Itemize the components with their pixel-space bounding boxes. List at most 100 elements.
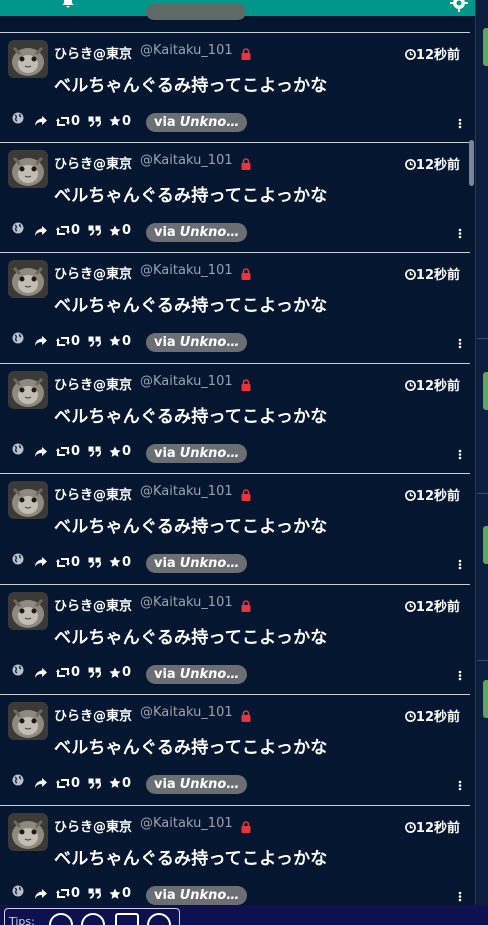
header-pill: [146, 4, 246, 20]
side-accent: [483, 28, 488, 66]
display-name[interactable]: ひらき@東京: [54, 484, 132, 503]
retweet-button[interactable]: 0: [56, 555, 80, 570]
quote-button[interactable]: [88, 667, 102, 678]
more-vertical-icon[interactable]: [458, 225, 462, 239]
timestamp[interactable]: 12秒前: [404, 485, 460, 504]
avatar[interactable]: [8, 481, 48, 519]
timeline-post[interactable]: ひらき@東京 @Kaitaku_101 12秒前 ベルちゃんぐるみ持ってこよっか…: [0, 364, 470, 474]
scrollbar[interactable]: [469, 140, 474, 186]
favorite-button[interactable]: 0: [109, 444, 131, 459]
user-handle[interactable]: @Kaitaku_101: [140, 484, 233, 499]
app: ひらき@東京 @Kaitaku_101 12秒前 ベルちゃんぐるみ持ってこよっか…: [0, 0, 488, 925]
favorite-button[interactable]: 0: [109, 334, 131, 349]
reply-button[interactable]: [34, 777, 48, 789]
client-badge[interactable]: via Unkno…: [146, 222, 248, 242]
favorite-button[interactable]: 0: [109, 665, 131, 680]
timeline-post[interactable]: ひらき@東京 @Kaitaku_101 12秒前 ベルちゃんぐるみ持ってこよっか…: [0, 585, 470, 695]
display-name[interactable]: ひらき@東京: [54, 816, 132, 835]
reply-button[interactable]: [34, 446, 48, 458]
timeline-post[interactable]: ひらき@東京 @Kaitaku_101 12秒前 ベルちゃんぐるみ持ってこよっか…: [0, 32, 470, 143]
retweet-button[interactable]: 0: [56, 886, 80, 901]
timestamp[interactable]: 12秒前: [404, 375, 460, 394]
timeline-post[interactable]: ひらき@東京 @Kaitaku_101 12秒前 ベルちゃんぐるみ持ってこよっか…: [0, 253, 470, 364]
timeline-post[interactable]: ひらき@東京 @Kaitaku_101 12秒前 ベルちゃんぐるみ持ってこよっか…: [0, 806, 470, 906]
reply-button[interactable]: [34, 115, 48, 127]
more-vertical-icon[interactable]: [458, 335, 462, 349]
display-name[interactable]: ひらき@東京: [54, 153, 132, 172]
quote-button[interactable]: [88, 888, 102, 899]
quote-icon: [88, 336, 102, 347]
avatar[interactable]: [8, 40, 48, 78]
favorite-button[interactable]: 0: [109, 886, 131, 901]
retweet-button[interactable]: 0: [56, 776, 80, 791]
avatar[interactable]: [8, 591, 48, 630]
client-badge[interactable]: via Unkno…: [146, 554, 248, 573]
avatar[interactable]: [8, 812, 48, 851]
client-badge[interactable]: via Unkno…: [146, 664, 248, 684]
display-name[interactable]: ひらき@東京: [54, 374, 132, 393]
quote-button[interactable]: [88, 225, 102, 236]
client-badge[interactable]: via Unkno…: [146, 113, 248, 132]
avatar[interactable]: [8, 260, 48, 298]
quote-button[interactable]: [88, 778, 102, 789]
avatar[interactable]: [8, 149, 48, 188]
quote-button[interactable]: [88, 446, 102, 457]
quote-button[interactable]: [88, 336, 102, 347]
timestamp[interactable]: 12秒前: [404, 44, 460, 63]
timeline-post[interactable]: ひらき@東京 @Kaitaku_101 12秒前 ベルちゃんぐるみ持ってこよっか…: [0, 474, 470, 585]
wifi-icon[interactable]: [147, 913, 171, 925]
avatar[interactable]: [8, 702, 48, 740]
more-vertical-icon[interactable]: [458, 888, 462, 902]
reply-button[interactable]: [34, 225, 48, 237]
battery-icon[interactable]: [115, 913, 139, 925]
info-icon[interactable]: [49, 913, 73, 925]
user-handle[interactable]: @Kaitaku_101: [140, 374, 233, 389]
more-vertical-icon[interactable]: [458, 667, 462, 681]
timestamp[interactable]: 12秒前: [404, 264, 460, 283]
favorite-button[interactable]: 0: [109, 776, 131, 791]
retweet-button[interactable]: 0: [56, 665, 80, 680]
favorite-button[interactable]: 0: [109, 223, 131, 238]
more-vertical-icon[interactable]: [458, 777, 462, 791]
timestamp[interactable]: 12秒前: [404, 817, 460, 836]
more-vertical-icon[interactable]: [458, 556, 462, 570]
gear-icon[interactable]: [450, 0, 468, 16]
client-badge[interactable]: via Unkno…: [146, 885, 248, 905]
display-name[interactable]: ひらき@東京: [54, 595, 132, 614]
timestamp[interactable]: 12秒前: [404, 706, 460, 725]
retweet-button[interactable]: 0: [56, 444, 80, 459]
client-badge[interactable]: via Unkno…: [146, 443, 248, 463]
more-vertical-icon[interactable]: [458, 446, 462, 460]
reply-button[interactable]: [34, 888, 48, 900]
reply-button[interactable]: [34, 335, 48, 347]
favorite-button[interactable]: 0: [109, 114, 131, 129]
reply-button[interactable]: [34, 556, 48, 568]
timeline-post[interactable]: ひらき@東京 @Kaitaku_101 12秒前 ベルちゃんぐるみ持ってこよっか…: [0, 143, 470, 253]
user-handle[interactable]: @Kaitaku_101: [140, 153, 233, 168]
more-vertical-icon[interactable]: [458, 115, 462, 129]
client-badge[interactable]: via Unkno…: [146, 775, 248, 794]
display-name[interactable]: ひらき@東京: [54, 705, 132, 724]
retweet-button[interactable]: 0: [56, 223, 80, 238]
quote-button[interactable]: [88, 116, 102, 127]
client-badge[interactable]: via Unkno…: [146, 333, 248, 352]
reply-button[interactable]: [34, 667, 48, 679]
user-handle[interactable]: @Kaitaku_101: [140, 595, 233, 610]
post-actions: 0 0: [34, 552, 131, 572]
favorite-button[interactable]: 0: [109, 555, 131, 570]
display-name[interactable]: ひらき@東京: [54, 263, 132, 282]
timestamp[interactable]: 12秒前: [404, 154, 460, 173]
timeline-post[interactable]: ひらき@東京 @Kaitaku_101 12秒前 ベルちゃんぐるみ持ってこよっか…: [0, 695, 470, 806]
clock-circle-icon[interactable]: [81, 913, 105, 925]
user-handle[interactable]: @Kaitaku_101: [140, 263, 233, 278]
retweet-button[interactable]: 0: [56, 114, 80, 129]
timestamp[interactable]: 12秒前: [404, 596, 460, 615]
avatar[interactable]: [8, 370, 48, 409]
user-handle[interactable]: @Kaitaku_101: [140, 43, 233, 58]
bell-icon[interactable]: [60, 0, 76, 10]
user-handle[interactable]: @Kaitaku_101: [140, 816, 233, 831]
user-handle[interactable]: @Kaitaku_101: [140, 705, 233, 720]
retweet-button[interactable]: 0: [56, 334, 80, 349]
display-name[interactable]: ひらき@東京: [54, 43, 132, 62]
quote-button[interactable]: [88, 557, 102, 568]
